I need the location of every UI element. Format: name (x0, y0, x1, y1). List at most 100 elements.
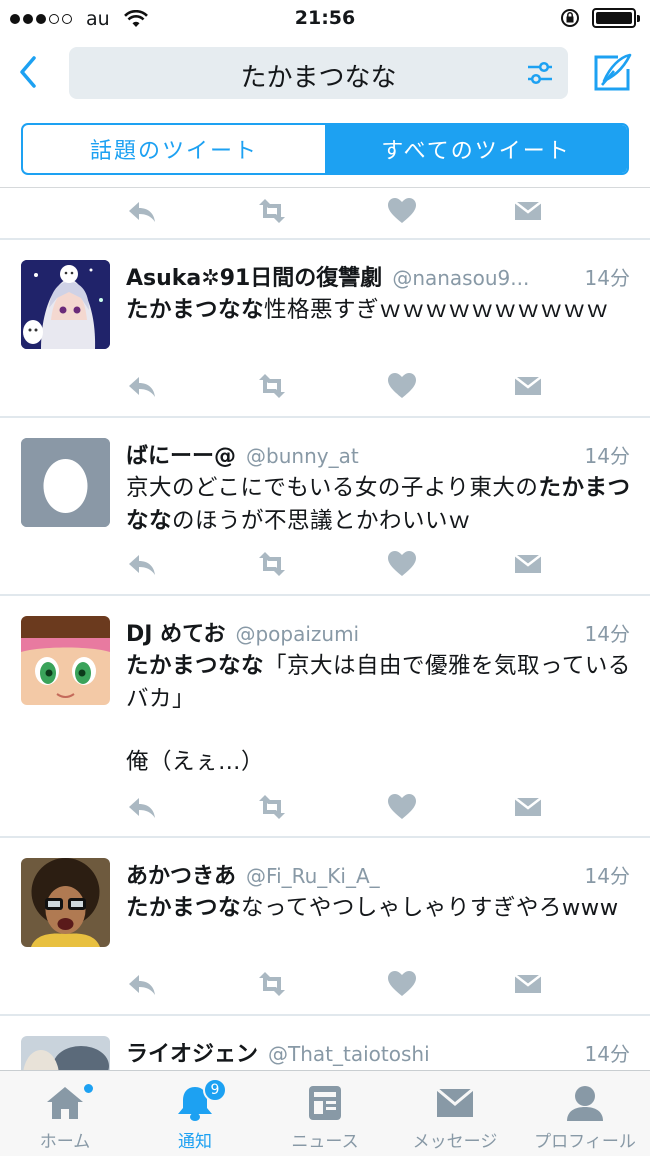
like-icon[interactable] (386, 549, 418, 579)
tweet-text[interactable]: たかまつななってやつしゃしゃりすぎやろwww (126, 892, 632, 925)
tab-messages[interactable]: メッセージ (390, 1071, 520, 1156)
search-field[interactable]: たかまつなな (69, 47, 568, 99)
tweet-author-handle[interactable]: @bunny_at (246, 444, 575, 468)
tweet-author-handle[interactable]: @Fi_Ru_Ki_A_ (246, 864, 575, 888)
tab-profile[interactable]: プロフィール (520, 1071, 650, 1156)
direct-message-icon[interactable] (512, 969, 544, 999)
like-icon[interactable] (386, 792, 418, 822)
segment-all-tweets[interactable]: すべてのツイート (325, 125, 627, 173)
tweet-timestamp: 14分 (584, 622, 630, 646)
tweet-author-name[interactable]: DJ めてお (126, 616, 225, 648)
photo-avatar-image (21, 1036, 110, 1070)
profile-icon (567, 1086, 603, 1121)
tweet-text[interactable]: たかまつなな「京大は自由で優雅を気取っているバカ」 (126, 650, 632, 716)
search-filter-button[interactable] (526, 59, 554, 87)
tweet-author-name[interactable]: Asuka✲91日間の復讐劇 (126, 260, 382, 292)
sliders-icon (528, 61, 552, 85)
reply-icon[interactable] (126, 549, 158, 579)
tweet-timestamp: 14分 (584, 266, 630, 290)
tab-messages-label: メッセージ (412, 1132, 498, 1152)
avatar[interactable] (21, 616, 110, 705)
home-icon (47, 1087, 83, 1119)
reply-icon[interactable] (126, 196, 158, 226)
tweet-actions (126, 196, 546, 226)
tweet-author-handle[interactable]: @That_taiotoshi (268, 1042, 575, 1066)
tweet-text-rest: のほうが不思議とかわいいｗ (172, 508, 472, 534)
tab-home[interactable]: ホーム (0, 1071, 130, 1156)
tweet-actions (126, 549, 546, 579)
compose-tweet-button[interactable] (590, 51, 634, 95)
rotation-lock-icon (561, 9, 579, 27)
tweet-timeline[interactable]: Asuka✲91日間の復讐劇 @nanasou9... 14分 たかまつなな性格… (0, 188, 650, 1070)
tweet-text[interactable]: 京大のどこにでもいる女の子より東大のたかまつななのほうが不思議とかわいいｗ (126, 472, 632, 538)
direct-message-icon[interactable] (512, 371, 544, 401)
tweet-actions (126, 969, 546, 999)
tweet-text-highlight: たかまつなな (126, 297, 265, 323)
search-query[interactable]: たかまつなな (69, 57, 568, 94)
tweet-item[interactable]: Asuka✲91日間の復讐劇 @nanasou9... 14分 たかまつなな性格… (0, 240, 650, 416)
reply-icon[interactable] (126, 792, 158, 822)
tweet-header: DJ めてお @popaizumi 14分 (126, 616, 630, 648)
tab-notifications[interactable]: 9 通知 (130, 1071, 260, 1156)
like-icon[interactable] (386, 196, 418, 226)
search-header: たかまつなな (0, 38, 650, 108)
retweet-icon[interactable] (256, 371, 288, 401)
tweet-header: あかつきあ @Fi_Ru_Ki_A_ 14分 (126, 858, 630, 890)
tweet-author-handle[interactable]: @nanasou9... (392, 266, 574, 290)
avatar[interactable] (21, 858, 110, 947)
tweet-filter-segment: 話題のツイート すべてのツイート (21, 123, 629, 175)
tweet-text-pre: 京大のどこにでもいる女の子より東大の (126, 475, 539, 501)
direct-message-icon[interactable] (512, 196, 544, 226)
anime-avatar-image (21, 260, 110, 349)
news-icon (309, 1086, 341, 1120)
tweet-author-handle[interactable]: @popaizumi (235, 622, 574, 646)
like-icon[interactable] (386, 371, 418, 401)
compose-quill-icon (594, 53, 632, 91)
person-avatar-image (21, 858, 110, 947)
avatar[interactable] (21, 438, 110, 527)
direct-message-icon[interactable] (512, 792, 544, 822)
avatar[interactable] (21, 1036, 110, 1070)
tweet-actions (126, 371, 546, 401)
tweet-author-name[interactable]: ばにーー@ (126, 438, 236, 470)
reply-icon[interactable] (126, 371, 158, 401)
back-button[interactable] (10, 52, 46, 92)
status-bar: au 21:56 (0, 0, 650, 38)
tweet-timestamp: 14分 (584, 444, 630, 468)
tweet-author-name[interactable]: ライオジェン (126, 1036, 258, 1068)
envelope-icon (436, 1087, 474, 1117)
segment-top-tweets[interactable]: 話題のツイート (23, 125, 325, 173)
status-time: 21:56 (294, 7, 356, 29)
tweet-header: Asuka✲91日間の復讐劇 @nanasou9... 14分 (126, 260, 630, 292)
tweet-item[interactable]: DJ めてお @popaizumi 14分 たかまつなな「京大は自由で優雅を気取… (0, 596, 650, 836)
notification-badge: 9 (203, 1078, 227, 1102)
tweet-text[interactable]: たかまつなな性格悪すぎｗｗｗｗｗｗｗｗｗｗ (126, 294, 632, 327)
avatar[interactable] (21, 260, 110, 349)
tweet-text-highlight: たかまつな (126, 895, 242, 921)
home-unread-dot (83, 1083, 94, 1094)
battery-icon (592, 8, 640, 28)
tab-news[interactable]: ニュース (260, 1071, 390, 1156)
tweet-item[interactable]: ライオジェン @That_taiotoshi 14分 (0, 1016, 650, 1070)
retweet-icon[interactable] (256, 196, 288, 226)
default-egg-avatar-image (21, 438, 110, 527)
tweet-author-name[interactable]: あかつきあ (126, 858, 236, 890)
tweet-header: ライオジェン @That_taiotoshi 14分 (126, 1036, 630, 1068)
tab-profile-label: プロフィール (534, 1132, 636, 1152)
tweet-item[interactable]: ばにーー@ @bunny_at 14分 京大のどこにでもいる女の子より東大のたか… (0, 418, 650, 594)
tweet-timestamp: 14分 (584, 1042, 630, 1066)
tweet-text-rest: なってやつしゃしゃりすぎやろwww (241, 895, 619, 921)
reply-icon[interactable] (126, 969, 158, 999)
retweet-icon[interactable] (256, 792, 288, 822)
anime-avatar-image (21, 616, 110, 705)
tab-notifications-label: 通知 (178, 1132, 212, 1152)
like-icon[interactable] (386, 969, 418, 999)
direct-message-icon[interactable] (512, 549, 544, 579)
tweet-text-highlight: たかまつなな (126, 653, 265, 679)
tab-home-label: ホーム (39, 1132, 91, 1152)
retweet-icon[interactable] (256, 549, 288, 579)
tab-bar: ホーム 9 通知 ニュース メッセージ プロフィール (0, 1070, 650, 1156)
retweet-icon[interactable] (256, 969, 288, 999)
tweet-text-line[interactable]: 俺（えぇ…） (126, 746, 632, 779)
tweet-item[interactable]: あかつきあ @Fi_Ru_Ki_A_ 14分 たかまつななってやつしゃしゃりすぎ… (0, 838, 650, 1014)
